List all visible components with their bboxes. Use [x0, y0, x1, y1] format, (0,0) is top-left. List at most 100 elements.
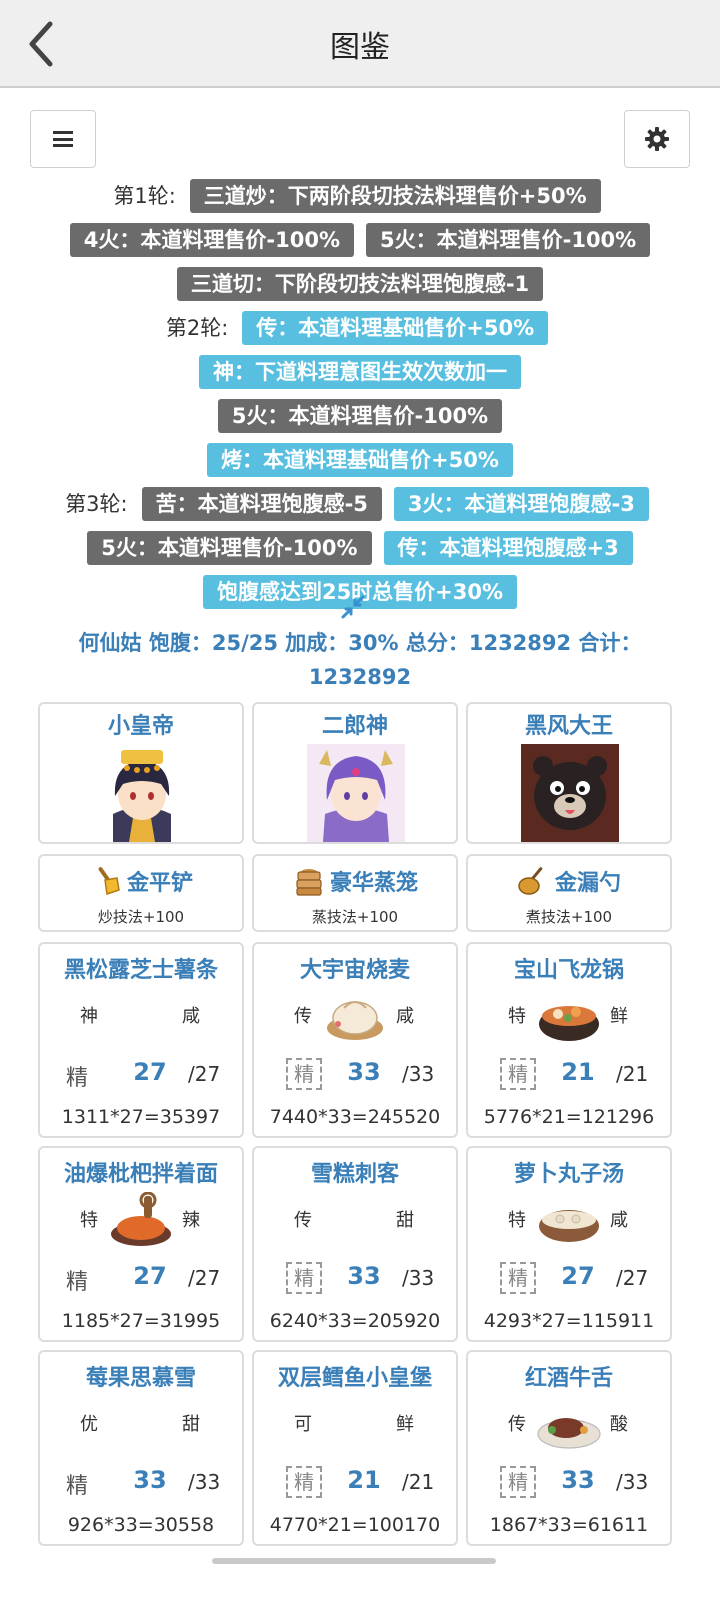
- dish-image-icon: [539, 1006, 599, 1041]
- round-row: 第3轮: 苦：本道料理饱腹感-5 3火：本道料理饱腹感-3: [0, 484, 720, 524]
- dish-card[interactable]: 黑松露芝士薯条神 咸精 27/27 1311*27=35397: [38, 942, 244, 1138]
- gear-icon: [645, 127, 669, 151]
- dish-card[interactable]: 双层鳕鱼小皇堡可 鲜精 21/21 4770*21=100170: [252, 1350, 458, 1546]
- dish-rarity: 特: [508, 1006, 526, 1027]
- dish-score: 4293*27=115911: [483, 1310, 655, 1332]
- dish-count[interactable]: 33: [126, 1466, 174, 1494]
- dish-grade[interactable]: 精: [66, 1468, 88, 1500]
- equipment-card[interactable]: 金平铲 炒技法+100: [38, 854, 244, 932]
- equipment-skill: 煮技法+100: [525, 908, 613, 926]
- dish-count[interactable]: 33: [554, 1466, 602, 1494]
- dish-grade[interactable]: 精: [286, 1058, 322, 1090]
- dish-count[interactable]: 27: [126, 1262, 174, 1290]
- round-row: 烤：本道料理基础售价+50%: [0, 440, 720, 480]
- dish-max: /27: [188, 1266, 221, 1290]
- round-row: 第1轮: 三道炒：下两阶段切技法料理售价+50%: [0, 176, 720, 216]
- round-effects: 第1轮: 三道炒：下两阶段切技法料理售价+50% 4火：本道料理售价-100% 5火：…: [0, 176, 720, 616]
- page-title: 图鉴: [330, 30, 390, 65]
- dish-taste: 咸: [182, 1006, 200, 1027]
- effect-chip: 三道切：下阶段切技法料理饱腹感-1: [176, 267, 544, 301]
- round-row: 5火：本道料理售价-100%: [0, 396, 720, 436]
- round-label: 第2轮:: [165, 316, 229, 340]
- menu-icon: [53, 131, 73, 147]
- dish-taste: 鲜: [610, 1006, 628, 1027]
- effect-chip: 苦：本道料理饱腹感-5: [141, 487, 382, 521]
- settings-button[interactable]: [624, 110, 690, 168]
- dish-grade[interactable]: 精: [286, 1262, 322, 1294]
- dish-card[interactable]: 萝卜丸子汤特 咸精 27/27 4293*27=115911: [466, 1146, 672, 1342]
- equipment-name: 豪华蒸笼: [329, 871, 418, 896]
- dish-card[interactable]: 大宇宙烧麦传 咸精 33/33 7440*33=245520: [252, 942, 458, 1138]
- dish-rarity: 神: [80, 1006, 98, 1027]
- dish-card[interactable]: 宝山飞龙锅特 鲜精 21/21 5776*21=121296: [466, 942, 672, 1138]
- dish-name: 宝山飞龙锅: [513, 958, 624, 983]
- score-summary: 何仙姑 饱腹：25/25 加成：30% 总分：1232892 合计： 12328…: [50, 626, 670, 694]
- dish-count[interactable]: 27: [554, 1262, 602, 1290]
- dish-card[interactable]: 红酒牛舌传 酸精 33/33 1867*33=61611: [466, 1350, 672, 1546]
- dish-grade[interactable]: 精: [500, 1466, 536, 1498]
- dish-rarity: 可: [294, 1414, 312, 1435]
- dish-name: 红酒牛舌: [524, 1366, 613, 1391]
- dish-score: 6240*33=205920: [269, 1310, 441, 1332]
- dish-max: /33: [616, 1470, 649, 1494]
- dish-card[interactable]: 莓果思慕雪优 甜精 33/33 926*33=30558: [38, 1350, 244, 1546]
- equipment-name: 金平铲: [126, 871, 193, 896]
- chef-card[interactable]: 二郎神: [252, 702, 458, 844]
- dish-card[interactable]: 油爆枇杷拌着面特 辣精 27/27 1185*27=31995: [38, 1146, 244, 1342]
- collection-grid: 小皇帝 二郎神 黑风大王 金平铲 炒技法+100 豪华蒸笼 蒸技法+100 金漏…: [38, 702, 672, 1554]
- dish-score: 1185*27=31995: [61, 1310, 221, 1332]
- equipment-row: 金平铲 炒技法+100 豪华蒸笼 蒸技法+100 金漏勺 煮技法+100: [38, 854, 672, 932]
- dish-taste: 甜: [182, 1414, 200, 1435]
- dish-rarity: 特: [508, 1210, 526, 1231]
- dish-max: /33: [402, 1266, 435, 1290]
- round-label: 第1轮:: [113, 184, 176, 208]
- round-row: 神：下道料理意图生效次数加一: [0, 352, 720, 392]
- top-bar: 图鉴: [0, 0, 720, 88]
- equipment-card[interactable]: 金漏勺 煮技法+100: [466, 854, 672, 932]
- dish-count[interactable]: 33: [340, 1262, 388, 1290]
- dish-score: 7440*33=245520: [269, 1106, 441, 1128]
- dish-rarity: 传: [294, 1006, 312, 1027]
- effect-chip: 三道炒：下两阶段切技法料理售价+50%: [189, 179, 601, 213]
- dish-score: 1311*27=35397: [61, 1106, 221, 1128]
- dish-grade[interactable]: 精: [66, 1264, 88, 1296]
- dish-grade[interactable]: 精: [286, 1466, 322, 1498]
- dish-card[interactable]: 雪糕刺客传 甜精 33/33 6240*33=205920: [252, 1146, 458, 1342]
- dish-max: /21: [402, 1470, 435, 1494]
- effect-chip: 5火：本道料理售价-100%: [87, 531, 372, 565]
- home-indicator[interactable]: [212, 1558, 496, 1564]
- chef-card[interactable]: 小皇帝: [38, 702, 244, 844]
- round-row: 5火：本道料理售价-100% 传：本道料理饱腹感+3: [0, 528, 720, 568]
- dish-image-icon: [539, 1210, 599, 1242]
- dish-grade[interactable]: 精: [66, 1060, 88, 1092]
- dish-count[interactable]: 21: [340, 1466, 388, 1494]
- dish-taste: 鲜: [396, 1414, 414, 1435]
- dish-count[interactable]: 27: [126, 1058, 174, 1086]
- collapse-icon[interactable]: [340, 594, 366, 620]
- dish-max: /33: [402, 1062, 435, 1086]
- dish-row: 黑松露芝士薯条神 咸精 27/27 1311*27=35397 大宇宙烧麦传 咸精 33/3…: [38, 942, 672, 1138]
- dish-grade[interactable]: 精: [500, 1058, 536, 1090]
- equipment-skill: 炒技法+100: [97, 908, 185, 926]
- dish-taste: 咸: [610, 1210, 628, 1231]
- dish-count[interactable]: 33: [340, 1058, 388, 1086]
- dish-grade[interactable]: 精: [500, 1262, 536, 1294]
- dish-name: 大宇宙烧麦: [299, 958, 410, 983]
- equipment-card[interactable]: 豪华蒸笼 蒸技法+100: [252, 854, 458, 932]
- effect-chip: 3火：本道料理饱腹感-3: [393, 487, 649, 521]
- effect-chip: 烤：本道料理基础售价+50%: [207, 443, 513, 477]
- dish-grid: 黑松露芝士薯条神咸精 27/27 1311*27=35397 大宇宙烧麦传咸精 33/3…: [38, 942, 672, 1546]
- dish-rarity: 特: [80, 1210, 98, 1231]
- chef-portrait-icon: [521, 744, 619, 842]
- equipment-skill: 蒸技法+100: [311, 908, 399, 926]
- ladle-icon: [518, 867, 543, 895]
- dish-count[interactable]: 21: [554, 1058, 602, 1086]
- dish-name: 雪糕刺客: [310, 1162, 399, 1187]
- effect-chip: 传：本道料理饱腹感+3: [383, 531, 633, 565]
- menu-button[interactable]: [30, 110, 96, 168]
- chef-card[interactable]: 黑风大王: [466, 702, 672, 844]
- effect-chip: 5火：本道料理售价-100%: [366, 223, 651, 257]
- round-label: 第3轮:: [65, 492, 128, 516]
- dish-score: 1867*33=61611: [489, 1514, 649, 1536]
- steamer-icon: [296, 869, 322, 896]
